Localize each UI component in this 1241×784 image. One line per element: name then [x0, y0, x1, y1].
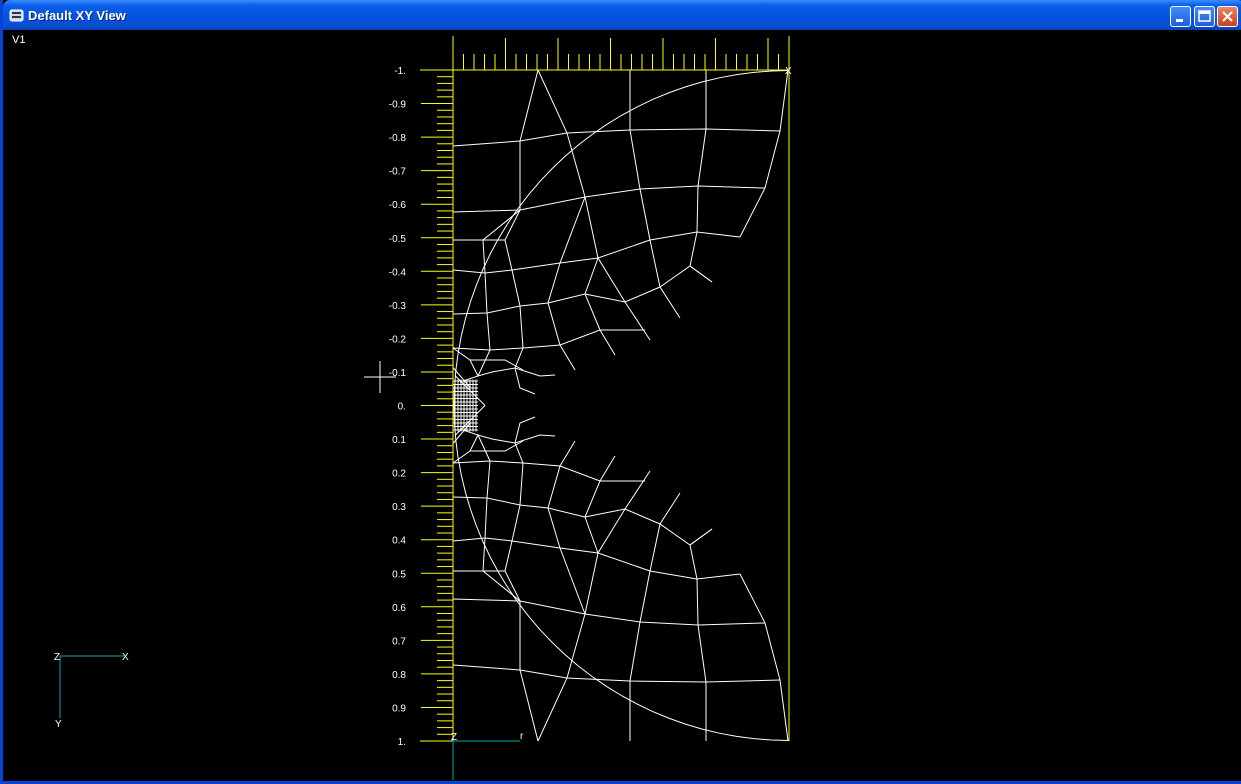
y-tick-label: 0.4 — [392, 536, 406, 547]
y-tick-label: 0.6 — [392, 603, 406, 614]
mesh-radial-upper — [547, 196, 586, 371]
corner-label: X — [785, 66, 792, 77]
y-tick-label: 0.1 — [392, 435, 406, 446]
mesh-ring-upper — [452, 128, 781, 147]
y-tick-label: -0.4 — [389, 267, 407, 278]
mesh-ring-upper — [452, 329, 645, 351]
y-tick-label: -0.6 — [389, 200, 407, 211]
arc-boundary-lower — [453, 405, 790, 741]
y-tick-label: 0.3 — [392, 502, 406, 513]
y-tick-label: -1. — [394, 66, 406, 77]
mesh-radial-upper — [537, 69, 651, 341]
y-tick-label: 0. — [398, 402, 406, 413]
mesh-radial-lower — [739, 573, 789, 742]
y-tick-label: 1. — [398, 737, 406, 748]
y-tick-label: 0.2 — [392, 469, 406, 480]
bottom-mark: r — [520, 731, 524, 742]
axis-triad: Z X Y — [54, 652, 129, 730]
mesh-ring-upper — [452, 185, 766, 213]
mesh-radial-upper — [504, 209, 524, 349]
y-tick-label: -0.3 — [389, 301, 407, 312]
y-tick-label: 0.7 — [392, 636, 406, 647]
y-tick-label: 0.5 — [392, 569, 406, 580]
y-tick-label: -0.8 — [389, 133, 407, 144]
mesh-ring-lower — [452, 460, 645, 482]
mesh-ring-lower — [452, 664, 781, 683]
mesh-radial-upper — [584, 257, 616, 356]
mesh-radial-upper — [739, 69, 789, 238]
mesh-ring-lower — [452, 598, 766, 626]
y-tick-label: 0.9 — [392, 703, 406, 714]
triad-z-label: Z — [54, 652, 60, 663]
y-tick-label: -0.2 — [389, 334, 407, 345]
mesh-radial-lower — [547, 440, 586, 615]
crosshair-cursor — [364, 361, 396, 393]
finite-element-mesh — [452, 69, 790, 742]
mesh-radial-lower — [584, 455, 616, 554]
mesh-radial-lower — [504, 462, 524, 602]
triad-x-label: X — [122, 652, 129, 663]
yellow-axes: -1.-0.9-0.8-0.7-0.6-0.5-0.4-0.3-0.2-0.10… — [389, 36, 792, 780]
y-tick-label: -0.7 — [389, 167, 407, 178]
xy-plot[interactable]: -1.-0.9-0.8-0.7-0.6-0.5-0.4-0.3-0.2-0.10… — [0, 0, 1241, 784]
mesh-radial-lower — [689, 528, 713, 741]
mesh-radial-upper — [689, 70, 713, 283]
arc-boundary-upper — [453, 70, 790, 406]
mesh-radial-lower — [537, 470, 651, 742]
y-tick-label: -0.9 — [389, 100, 407, 111]
y-tick-label: 0.8 — [392, 670, 406, 681]
y-tick-label: -0.5 — [389, 234, 407, 245]
triad-y-label: Y — [55, 719, 62, 730]
